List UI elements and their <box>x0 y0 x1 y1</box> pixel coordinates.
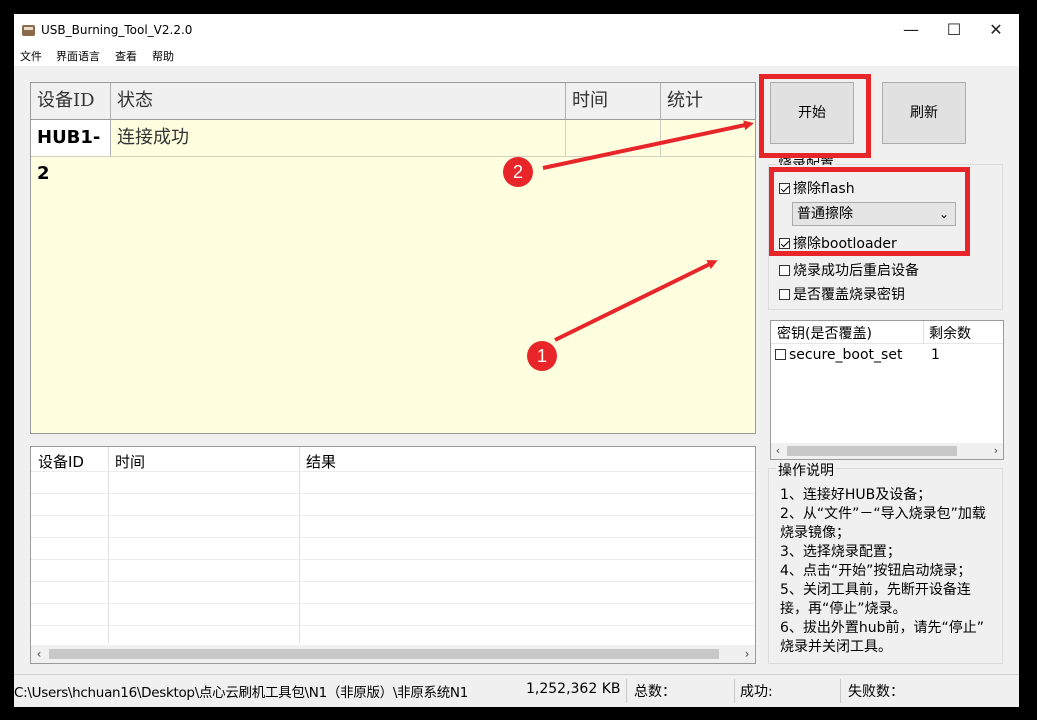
scroll-thumb[interactable] <box>49 649 719 659</box>
row-divider <box>31 603 755 604</box>
header-stats[interactable]: 统计 <box>661 83 755 119</box>
instruction-line: 烧录并关闭工具。 <box>780 639 892 655</box>
scroll-right-icon[interactable]: › <box>989 443 1003 459</box>
row-divider <box>31 515 755 516</box>
key-list[interactable]: 密钥(是否覆盖) 剩余数 secure_boot_set 1 ‹ › <box>770 320 1004 460</box>
instructions-title: 操作说明 <box>776 460 836 480</box>
header-status[interactable]: 状态 <box>111 83 566 119</box>
reboot-after-checkbox[interactable]: 烧录成功后重启设备 <box>779 260 919 280</box>
annotation-badge-1: 1 <box>527 341 557 371</box>
overwrite-key-label: 是否覆盖烧录密钥 <box>793 287 905 303</box>
key-row-name: secure_boot_set <box>789 347 903 363</box>
column-divider <box>108 447 109 643</box>
menu-file[interactable]: 文件 <box>20 48 42 64</box>
status-fail: 失败数： <box>848 684 904 700</box>
log-header-device-id[interactable]: 设备ID <box>38 451 84 472</box>
title-bar: USB_Burning_Tool_V2.2.0 — ☐ ✕ <box>14 14 1019 46</box>
table-row[interactable]: HUB1-2 连接成功 <box>31 120 755 184</box>
row-divider <box>31 559 755 560</box>
device-table[interactable]: 设备ID 状态 时间 统计 HUB1-2 连接成功 <box>30 82 756 434</box>
scroll-left-icon[interactable]: ‹ <box>771 443 785 459</box>
column-divider <box>923 321 924 343</box>
status-bar: C:\Users\hchuan16\Desktop\点心云刷机工具包\N1（非原… <box>14 674 1019 707</box>
status-total: 总数： <box>634 684 676 700</box>
status-divider <box>626 679 627 703</box>
instruction-line: 接，再“停止”烧录。 <box>780 601 907 617</box>
row-divider <box>31 625 755 626</box>
close-button[interactable]: ✕ <box>976 18 1016 42</box>
instruction-line: 2、从“文件”－“导入烧录包”加载 <box>780 506 986 522</box>
status-success: 成功: <box>740 684 773 700</box>
instruction-line: 3、选择烧录配置； <box>780 544 901 560</box>
instruction-line: 烧录镜像； <box>780 525 850 541</box>
minimize-button[interactable]: — <box>891 18 931 42</box>
annotation-badge-2: 2 <box>503 157 533 187</box>
menu-view[interactable]: 查看 <box>115 48 137 64</box>
status-path: C:\Users\hchuan16\Desktop\点心云刷机工具包\N1（非原… <box>14 685 469 701</box>
log-table[interactable]: 设备ID 时间 结果 ‹ › <box>30 446 756 664</box>
instruction-line: 5、关闭工具前，先断开设备连 <box>780 582 971 598</box>
key-header-remaining[interactable]: 剩余数 <box>929 323 971 343</box>
menu-bar: 文件 界面语言 查看 帮助 <box>14 46 1019 66</box>
menu-language[interactable]: 界面语言 <box>56 48 100 64</box>
maximize-button[interactable]: ☐ <box>934 18 974 42</box>
status-divider <box>840 679 841 703</box>
instruction-line: 6、拔出外置hub前，请先“停止” <box>780 620 985 636</box>
checkbox-unchecked-icon <box>779 289 790 300</box>
overwrite-key-checkbox[interactable]: 是否覆盖烧录密钥 <box>779 284 905 304</box>
key-row-remaining: 1 <box>931 347 940 363</box>
key-row[interactable]: secure_boot_set <box>775 347 902 363</box>
log-horizontal-scrollbar[interactable]: ‹ › <box>31 645 755 663</box>
device-table-header: 设备ID 状态 时间 统计 <box>31 83 755 120</box>
log-header-result[interactable]: 结果 <box>306 451 336 472</box>
row-stats <box>661 120 755 156</box>
row-divider <box>31 581 755 582</box>
checkbox-unchecked-icon[interactable] <box>775 349 786 360</box>
menu-help[interactable]: 帮助 <box>152 48 174 64</box>
key-list-horizontal-scrollbar[interactable]: ‹ › <box>771 443 1003 459</box>
row-time <box>566 120 661 156</box>
checkbox-unchecked-icon <box>779 265 790 276</box>
annotation-highlight-erase <box>769 167 970 256</box>
log-header-time[interactable]: 时间 <box>115 451 145 472</box>
scroll-left-icon[interactable]: ‹ <box>31 645 47 663</box>
refresh-button[interactable]: 刷新 <box>882 82 966 144</box>
reboot-after-label: 烧录成功后重启设备 <box>793 263 919 279</box>
header-device-id[interactable]: 设备ID <box>31 83 111 119</box>
row-device-id: HUB1-2 <box>31 120 111 184</box>
row-divider <box>31 493 755 494</box>
row-divider <box>31 537 755 538</box>
scroll-right-icon[interactable]: › <box>739 645 755 663</box>
app-icon <box>22 25 35 36</box>
status-divider <box>734 679 735 703</box>
scroll-thumb[interactable] <box>787 446 957 456</box>
instruction-line: 4、点击“开始”按钮启动烧录； <box>780 563 972 579</box>
instruction-line: 1、连接好HUB及设备； <box>780 487 932 503</box>
status-size: 1,252,362 KB <box>526 681 621 697</box>
row-divider <box>31 471 755 472</box>
header-divider <box>771 343 1003 344</box>
annotation-highlight-start <box>759 74 871 158</box>
window-title: USB_Burning_Tool_V2.2.0 <box>41 23 193 37</box>
header-time[interactable]: 时间 <box>566 83 661 119</box>
column-divider <box>299 447 300 643</box>
row-status: 连接成功 <box>111 120 566 156</box>
key-header-name[interactable]: 密钥(是否覆盖) <box>777 323 872 343</box>
